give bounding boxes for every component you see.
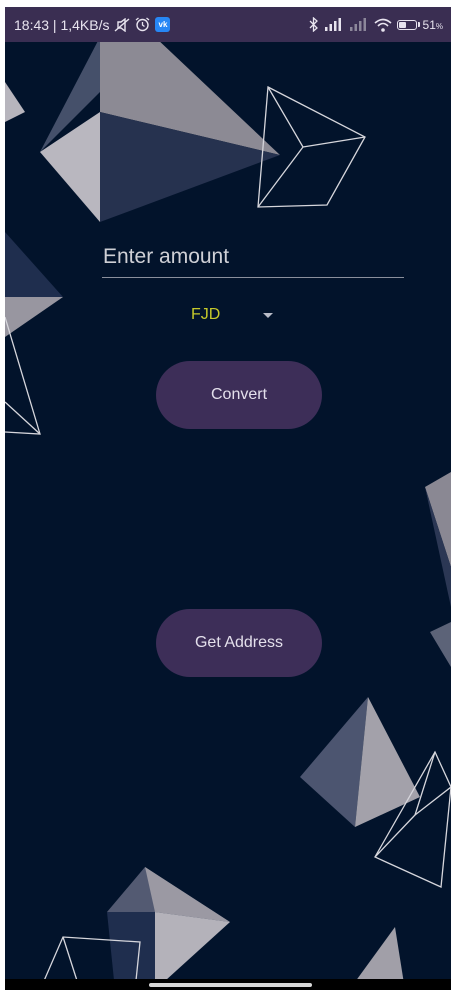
battery-cap bbox=[417, 22, 420, 27]
top-outline-cube bbox=[257, 85, 366, 208]
battery-percentage: 51% bbox=[422, 17, 443, 32]
signal-icon bbox=[324, 18, 341, 31]
convert-button[interactable]: Convert bbox=[156, 361, 322, 429]
currency-selected-value: FJD bbox=[191, 306, 221, 323]
vk-icon: vk bbox=[155, 17, 171, 32]
currency-dropdown[interactable]: FJD bbox=[191, 303, 291, 327]
left-pyramid bbox=[5, 232, 63, 337]
get-address-button[interactable]: Get Address bbox=[156, 609, 322, 677]
home-gesture-handle[interactable] bbox=[149, 983, 312, 987]
battery-body bbox=[396, 19, 417, 30]
bluetooth-icon bbox=[309, 17, 318, 32]
signal-icon bbox=[349, 18, 366, 31]
battery-icon: 51% bbox=[396, 17, 443, 32]
bottom-left-pyramid bbox=[107, 867, 230, 990]
gesture-navigation-bar bbox=[5, 979, 451, 990]
left-outline bbox=[5, 316, 41, 435]
top-pyramid bbox=[5, 37, 280, 222]
chevron-down-icon bbox=[263, 312, 273, 318]
clock-and-speed: 18:43 | 1,4KB/s bbox=[14, 16, 110, 33]
bottom-right-pyramid bbox=[300, 697, 420, 827]
amount-input[interactable] bbox=[102, 242, 404, 278]
right-shard-2 bbox=[430, 622, 451, 667]
battery-fill bbox=[398, 21, 407, 28]
status-left: 18:43 | 1,4KB/s vk bbox=[14, 16, 171, 33]
wifi-icon bbox=[373, 18, 392, 32]
mute-icon bbox=[115, 17, 130, 32]
status-right: 51% bbox=[309, 17, 443, 32]
status-bar: 18:43 | 1,4KB/s vk 51% bbox=[5, 7, 451, 42]
alarm-icon bbox=[136, 17, 150, 32]
app-screen: 18:43 | 1,4KB/s vk 51% Enter amount FJD … bbox=[5, 7, 451, 990]
right-shard-1 bbox=[425, 472, 451, 607]
background-art bbox=[5, 37, 451, 990]
